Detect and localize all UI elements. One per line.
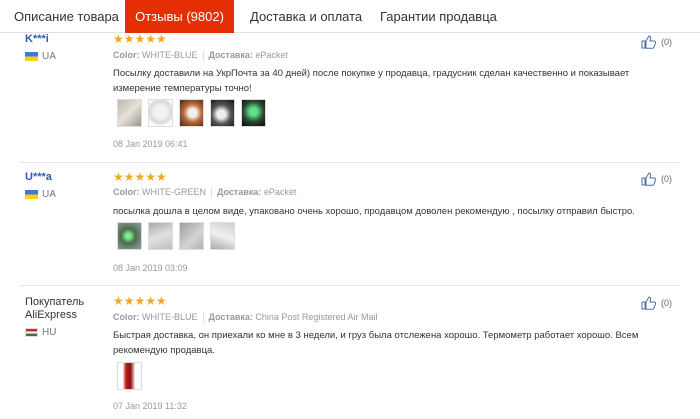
ukraine-flag-icon (25, 190, 38, 199)
review-photo[interactable] (241, 99, 266, 127)
review-text: Посылку доставили на УкрПочта за 40 дней… (113, 68, 630, 94)
review-photos (117, 99, 272, 127)
divider (20, 162, 680, 163)
review-user[interactable]: Покупатель AliExpress (25, 296, 105, 322)
helpful-button[interactable]: (0) (641, 172, 672, 186)
ukraine-flag-icon (25, 52, 38, 61)
tab-description[interactable]: Описание товара (14, 0, 119, 32)
review-meta: Color: WHITE-GREEN Доставка: ePacket (113, 187, 297, 198)
review-photo[interactable] (148, 222, 173, 250)
review-meta: Color: WHITE-BLUE Доставка: ePacket (113, 50, 288, 61)
star-rating: ★★★★★ (113, 294, 167, 308)
country: UA (25, 189, 56, 200)
review-photos (117, 362, 148, 390)
review-photo[interactable] (117, 99, 142, 127)
review-user[interactable]: U***a (25, 171, 52, 183)
thumbs-up-icon (641, 35, 656, 49)
thumbs-up-icon (641, 296, 656, 310)
tab-bar: Описание товара Отзывы (9802) Доставка и… (0, 0, 700, 33)
review-photos (117, 222, 241, 250)
review-photo[interactable] (117, 362, 142, 390)
review-photo[interactable] (117, 222, 142, 250)
review-date: 08 Jan 2019 03:09 (113, 263, 188, 273)
tab-seller-guarantees[interactable]: Гарантии продавца (380, 0, 497, 32)
tab-reviews[interactable]: Отзывы (9802) (125, 0, 234, 33)
review-meta: Color: WHITE-BLUE Доставка: China Post Re… (113, 312, 378, 323)
helpful-button[interactable]: (0) (641, 35, 672, 49)
review-date: 08 Jan 2019 06:41 (113, 139, 188, 149)
country: UA (25, 51, 56, 62)
review-text: Быстрая доставка, он приехали ко мне в 3… (113, 330, 639, 356)
star-rating: ★★★★★ (113, 170, 167, 184)
review-photo[interactable] (148, 99, 173, 127)
country: HU (25, 327, 56, 338)
tab-shipping-payment[interactable]: Доставка и оплата (250, 0, 362, 32)
hungary-flag-icon (25, 328, 38, 337)
thumbs-up-icon (641, 172, 656, 186)
review-photo[interactable] (210, 99, 235, 127)
helpful-button[interactable]: (0) (641, 296, 672, 310)
star-rating: ★★★★★ (113, 32, 167, 46)
review-photo[interactable] (179, 99, 204, 127)
review-user[interactable]: K***i (25, 33, 49, 45)
review-text: посылка дошла в целом виде, упаковано оч… (113, 206, 635, 217)
review-photo[interactable] (210, 222, 235, 250)
divider (20, 285, 680, 286)
review-photo[interactable] (179, 222, 204, 250)
review-date: 07 Jan 2019 11:32 (113, 401, 187, 411)
